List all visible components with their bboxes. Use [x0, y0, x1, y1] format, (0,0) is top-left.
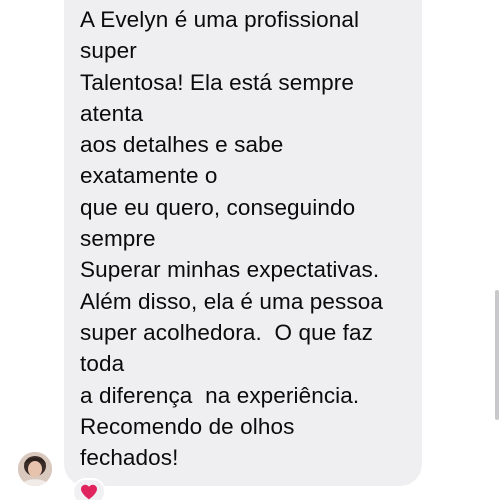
- message-line: Recomendo de olhos: [80, 413, 295, 439]
- message-line: Talentosa! Ela está sempre: [80, 69, 354, 95]
- message-line: super acolhedora. O que faz: [80, 319, 373, 345]
- chat-screen: A Evelyn é uma profissional super Talent…: [0, 0, 500, 500]
- message-line: atenta: [80, 100, 144, 126]
- message-line: a diferença na experiência.: [80, 382, 360, 408]
- message-line: Além disso, ela é uma pessoa: [80, 288, 383, 314]
- message-line: fechados!: [80, 445, 179, 471]
- message-line: que eu quero, conseguindo: [80, 194, 356, 220]
- scrollbar[interactable]: [495, 290, 499, 420]
- reaction-badge[interactable]: [72, 478, 106, 500]
- message-line: super: [80, 38, 137, 64]
- message-line: exatamente o: [80, 163, 218, 189]
- message-line: A Evelyn é uma profissional: [80, 7, 360, 32]
- message-line: sempre: [80, 226, 156, 252]
- sender-avatar[interactable]: [18, 452, 52, 486]
- message-line: Superar minhas expectativas.: [80, 257, 380, 283]
- message-line: toda: [80, 351, 125, 377]
- message-line: aos detalhes e sabe: [80, 132, 284, 158]
- profile-photo-icon: [18, 452, 52, 486]
- heart-icon: [81, 484, 97, 500]
- message-bubble[interactable]: A Evelyn é uma profissional super Talent…: [64, 0, 422, 486]
